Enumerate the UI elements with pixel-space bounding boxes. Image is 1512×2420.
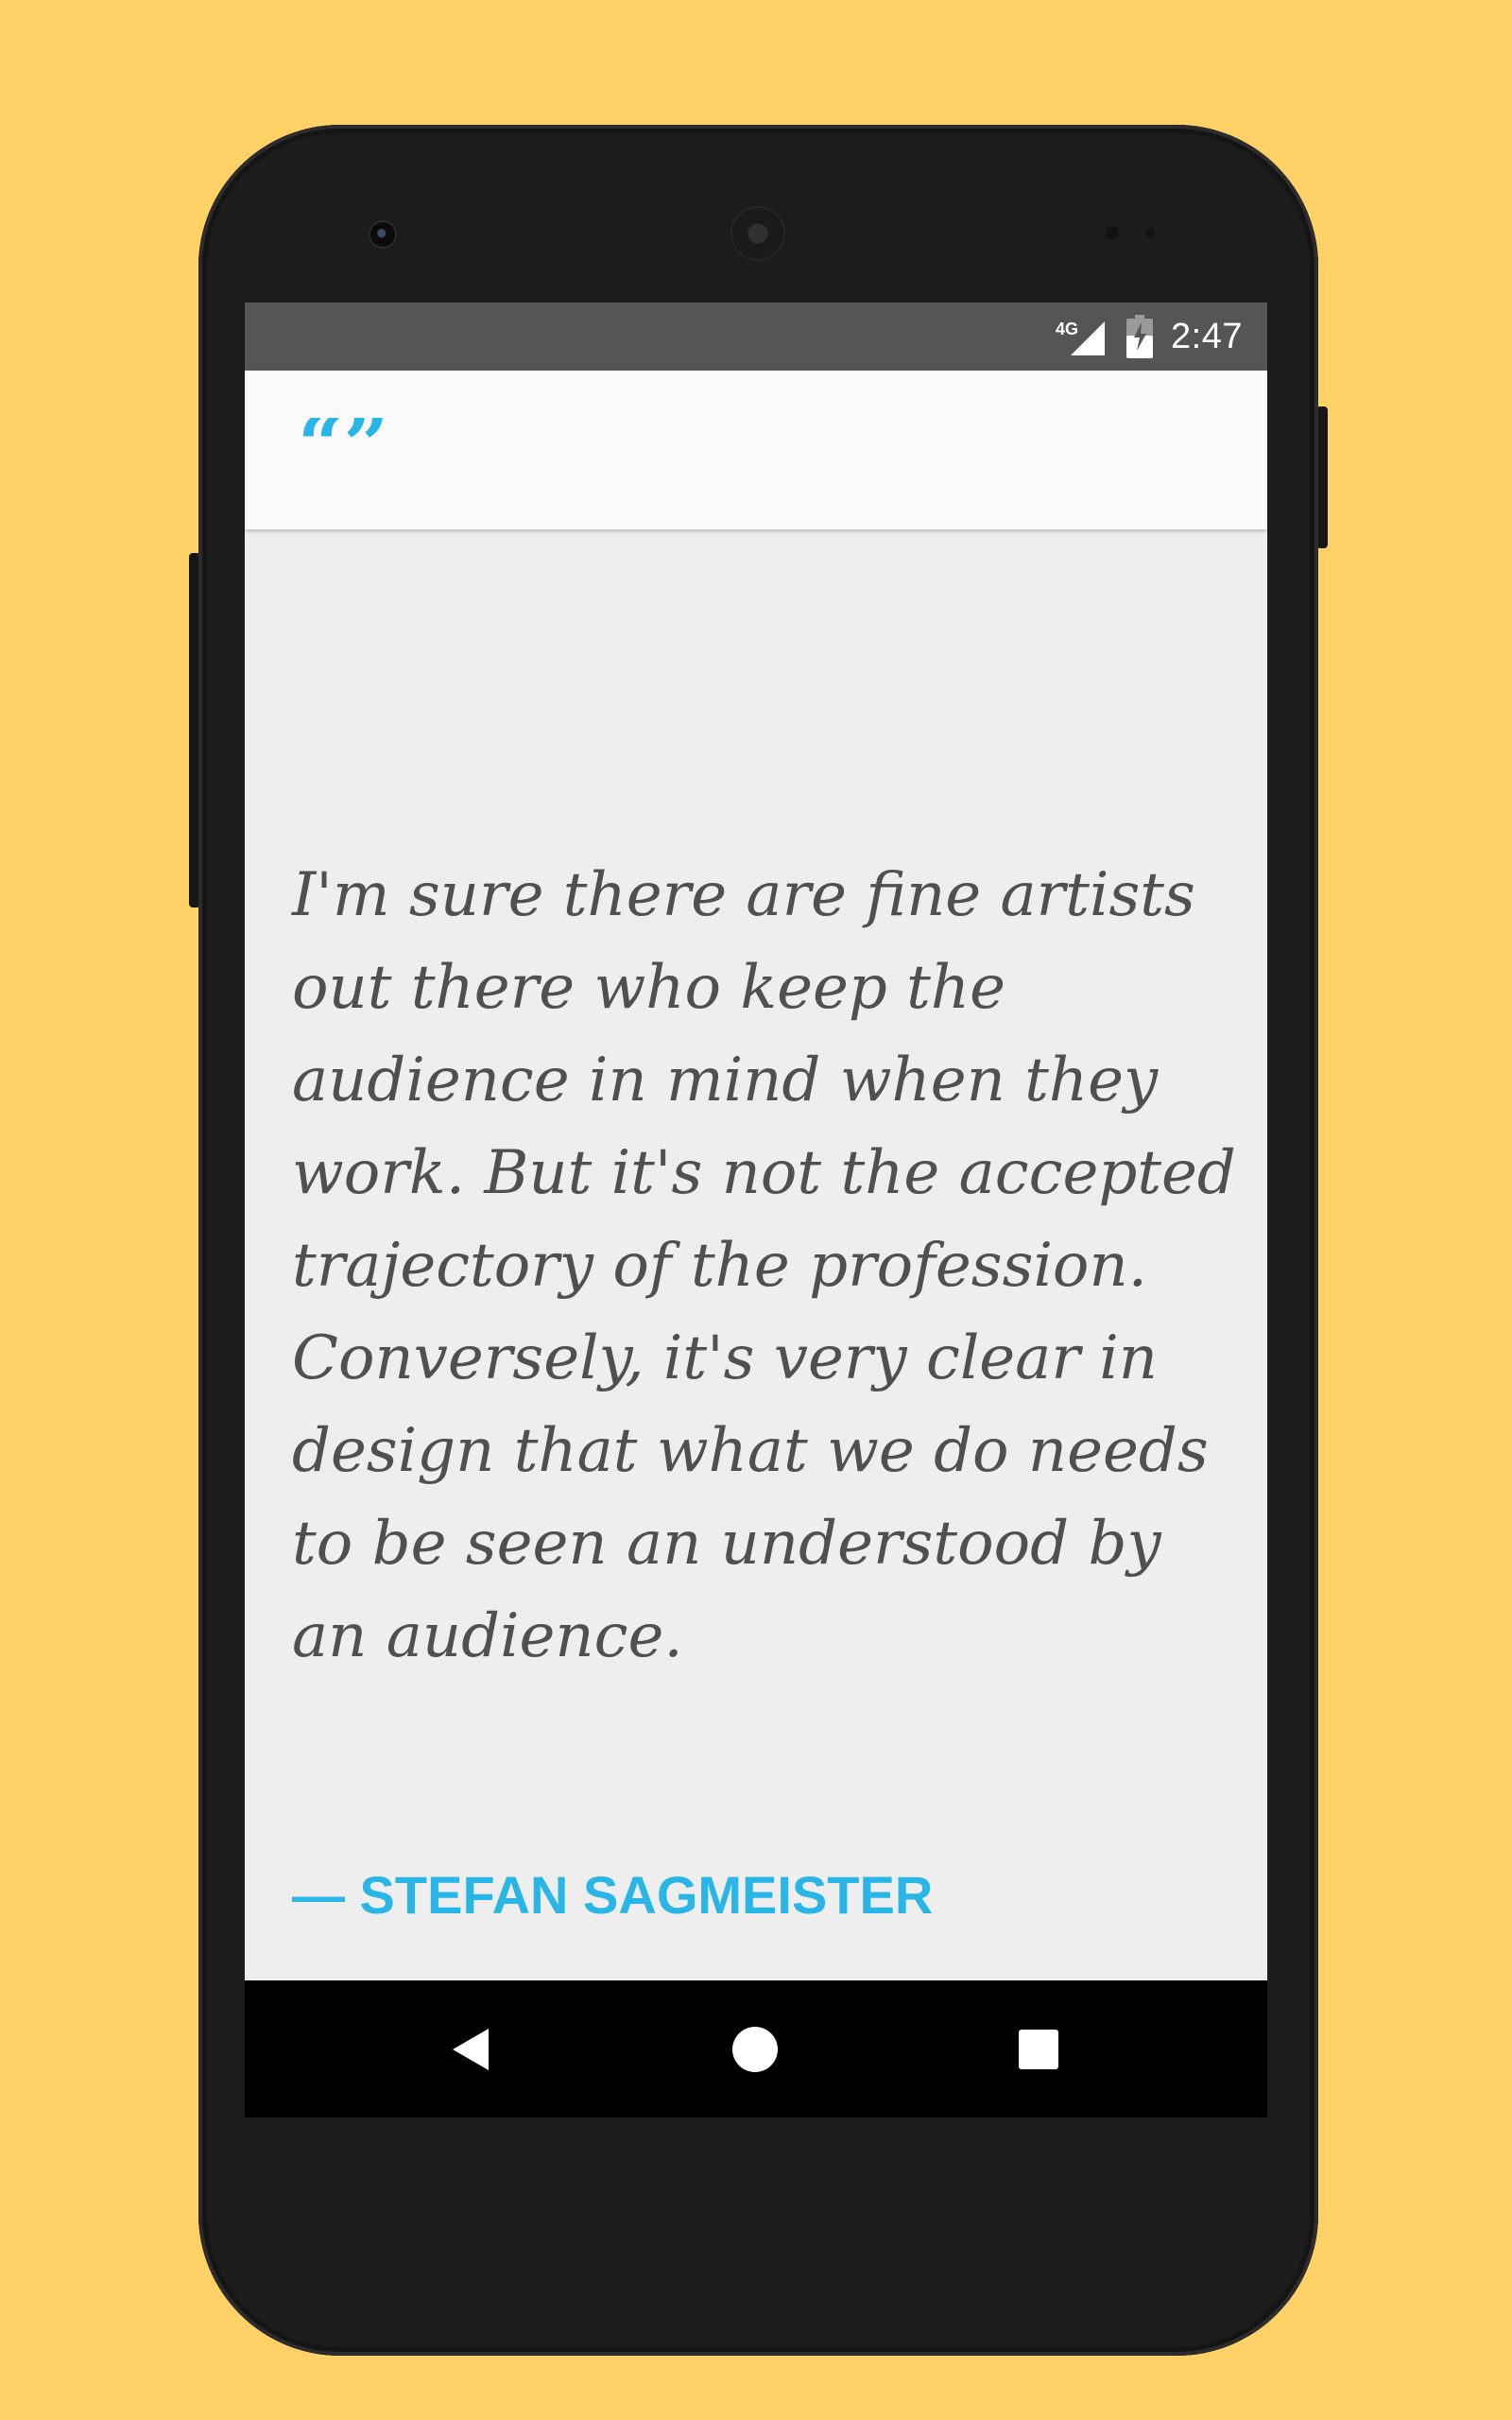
home-icon — [732, 2026, 778, 2072]
front-camera — [370, 222, 395, 247]
svg-text:“”: “” — [298, 418, 389, 476]
status-time: 2:47 — [1171, 316, 1243, 356]
app-bar: “” — [245, 371, 1267, 529]
quote-author: — STEFAN SAGMEISTER — [292, 1865, 934, 1925]
network-type-label: 4G — [1056, 320, 1078, 338]
proximity-sensor — [1106, 226, 1119, 239]
quote-text: I'm sure there are fine artists out ther… — [292, 860, 1236, 1671]
earpiece-speaker — [732, 208, 783, 259]
recents-icon — [1019, 2029, 1058, 2069]
status-icons: 4G 2:47 — [1056, 302, 1243, 371]
status-bar: 4G 2:47 — [245, 302, 1267, 371]
back-icon — [453, 2028, 489, 2070]
signal-icon: 4G — [1056, 320, 1106, 355]
phone-screen: 4G 2:47 “” I'm sure there are fine artis… — [245, 302, 1267, 2118]
back-button[interactable] — [415, 1980, 528, 2118]
battery-icon — [1126, 315, 1154, 358]
recents-button[interactable] — [982, 1980, 1095, 2118]
quote-marks-icon: “” — [298, 418, 389, 476]
light-sensor — [1145, 228, 1155, 237]
navigation-bar — [245, 1980, 1267, 2118]
home-button[interactable] — [698, 1980, 812, 2118]
